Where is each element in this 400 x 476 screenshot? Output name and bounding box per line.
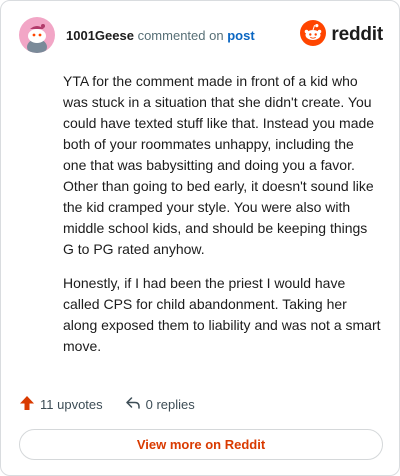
action-text: commented on bbox=[137, 27, 224, 43]
post-link[interactable]: post bbox=[227, 28, 254, 43]
comment-header: 1001Geese commented on post reddit bbox=[19, 17, 383, 53]
comment-paragraph: YTA for the comment made in front of a k… bbox=[63, 73, 375, 257]
comment-body: YTA for the comment made in front of a k… bbox=[63, 71, 381, 357]
reddit-brand[interactable]: reddit bbox=[300, 19, 383, 51]
snoo-avatar-icon[interactable] bbox=[19, 17, 55, 53]
embedded-comment-card: 1001Geese commented on post reddit YTA f… bbox=[0, 0, 400, 476]
reply-count: 0 replies bbox=[145, 396, 195, 412]
comment-paragraph: Honestly, if I had been the priest I wou… bbox=[63, 275, 381, 354]
upvote-button[interactable]: 11 upvotes bbox=[19, 395, 103, 414]
upvote-arrow-icon bbox=[19, 395, 35, 414]
upvote-count: 11 upvotes bbox=[40, 396, 103, 412]
reddit-logo-icon bbox=[300, 19, 327, 51]
reply-button[interactable]: 0 replies bbox=[125, 395, 195, 414]
reddit-wordmark: reddit bbox=[331, 24, 383, 45]
view-more-button[interactable]: View more on Reddit bbox=[19, 429, 383, 460]
comment-actions: 11 upvotes 0 replies bbox=[19, 393, 195, 415]
byline: 1001Geese commented on post bbox=[66, 28, 255, 43]
reply-arrow-icon bbox=[125, 395, 141, 414]
author-name[interactable]: 1001Geese bbox=[66, 28, 134, 43]
